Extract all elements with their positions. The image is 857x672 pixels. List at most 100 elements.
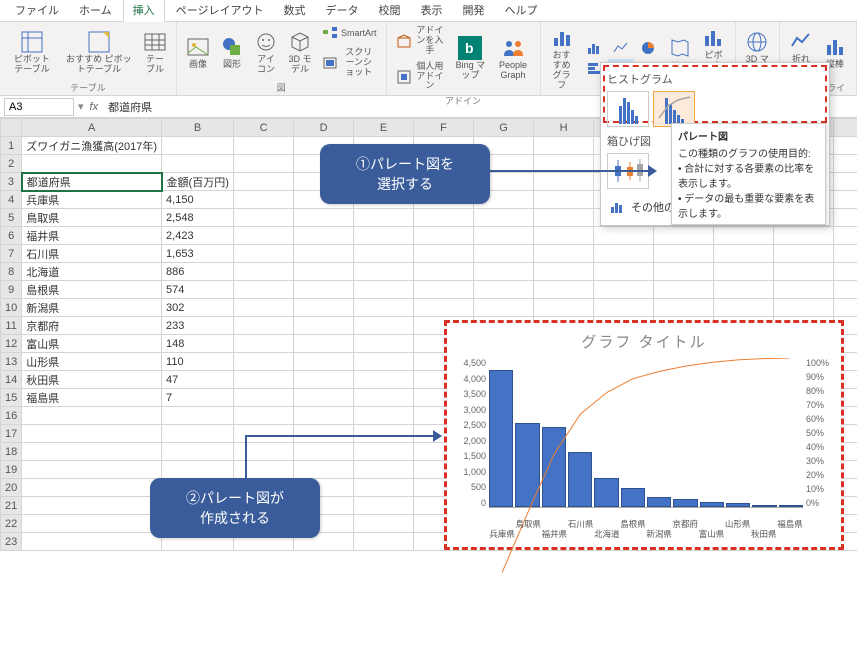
cell-B5[interactable]: 2,548 [162, 209, 234, 227]
cell-E10[interactable] [354, 299, 414, 317]
smartart-button[interactable]: SmartArt [319, 24, 380, 44]
cell-A15[interactable]: 福島県 [22, 389, 162, 407]
cell-A13[interactable]: 山形県 [22, 353, 162, 371]
cell-M9[interactable] [834, 281, 857, 299]
tab-help[interactable]: ヘルプ [495, 0, 546, 21]
tab-review[interactable]: 校閲 [369, 0, 409, 21]
cell-B11[interactable]: 233 [162, 317, 234, 335]
cell-D8[interactable] [294, 263, 354, 281]
line-chart-button[interactable] [608, 38, 634, 58]
table-button[interactable]: テーブル [140, 28, 170, 77]
cell-B8[interactable]: 886 [162, 263, 234, 281]
cell-E14[interactable] [354, 371, 414, 389]
cell-J8[interactable] [654, 263, 714, 281]
tab-insert[interactable]: 挿入 [123, 0, 165, 22]
cell-C1[interactable] [234, 137, 294, 155]
cell-A19[interactable] [22, 461, 162, 479]
cell-C5[interactable] [234, 209, 294, 227]
bing-maps-button[interactable]: bBing マップ [452, 34, 488, 83]
cell-G6[interactable] [474, 227, 534, 245]
name-box[interactable] [4, 98, 74, 116]
fx-icon[interactable]: fx [84, 101, 105, 113]
cell-E11[interactable] [354, 317, 414, 335]
cell-B1[interactable] [162, 137, 234, 155]
cell-A7[interactable]: 石川県 [22, 245, 162, 263]
cell-J10[interactable] [654, 299, 714, 317]
cell-C7[interactable] [234, 245, 294, 263]
cell-K9[interactable] [714, 281, 774, 299]
tab-file[interactable]: ファイル [6, 0, 68, 21]
cell-I8[interactable] [594, 263, 654, 281]
pie-chart-button[interactable] [635, 38, 661, 58]
cell-G8[interactable] [474, 263, 534, 281]
cell-C8[interactable] [234, 263, 294, 281]
cell-L8[interactable] [774, 263, 834, 281]
tab-view[interactable]: 表示 [411, 0, 451, 21]
cell-D16[interactable] [294, 407, 354, 425]
cell-A6[interactable]: 福井県 [22, 227, 162, 245]
cell-A1[interactable]: ズワイガニ漁獲高(2017年) [22, 137, 162, 155]
cell-F5[interactable] [414, 209, 474, 227]
cell-C2[interactable] [234, 155, 294, 173]
recommended-charts-button[interactable]: おすすめ グラフ [547, 24, 577, 93]
cell-A12[interactable]: 富山県 [22, 335, 162, 353]
cell-C15[interactable] [234, 389, 294, 407]
tab-data[interactable]: データ [316, 0, 367, 21]
tab-formulas[interactable]: 数式 [274, 0, 314, 21]
cell-C18[interactable] [234, 443, 294, 461]
cell-D6[interactable] [294, 227, 354, 245]
cell-I7[interactable] [594, 245, 654, 263]
images-button[interactable]: 画像 [183, 33, 213, 72]
cell-I6[interactable] [594, 227, 654, 245]
cell-M1[interactable] [834, 137, 857, 155]
histogram-thumb[interactable] [607, 91, 649, 127]
cell-E20[interactable] [354, 479, 414, 497]
cell-J9[interactable] [654, 281, 714, 299]
cell-B16[interactable] [162, 407, 234, 425]
cell-H8[interactable] [534, 263, 594, 281]
cell-F7[interactable] [414, 245, 474, 263]
cell-M7[interactable] [834, 245, 857, 263]
people-graph-button[interactable]: People Graph [492, 34, 533, 83]
cell-M3[interactable] [834, 173, 857, 191]
cell-C14[interactable] [234, 371, 294, 389]
cell-B15[interactable]: 7 [162, 389, 234, 407]
cell-L6[interactable] [774, 227, 834, 245]
cell-B4[interactable]: 4,150 [162, 191, 234, 209]
cell-A8[interactable]: 北海道 [22, 263, 162, 281]
cell-B10[interactable]: 302 [162, 299, 234, 317]
cell-M5[interactable] [834, 209, 857, 227]
tab-home[interactable]: ホーム [70, 0, 121, 21]
cell-A5[interactable]: 鳥取県 [22, 209, 162, 227]
cell-D18[interactable] [294, 443, 354, 461]
cell-A10[interactable]: 新潟県 [22, 299, 162, 317]
cell-B19[interactable] [162, 461, 234, 479]
cell-M8[interactable] [834, 263, 857, 281]
cell-E18[interactable] [354, 443, 414, 461]
cell-C16[interactable] [234, 407, 294, 425]
cell-D10[interactable] [294, 299, 354, 317]
3dmodel-button[interactable]: 3D モデル [285, 28, 315, 77]
cell-C19[interactable] [234, 461, 294, 479]
cell-B3[interactable]: 金額(百万円) [162, 173, 234, 191]
cell-J7[interactable] [654, 245, 714, 263]
cell-E12[interactable] [354, 335, 414, 353]
chart-title[interactable]: グラフ タイトル [455, 331, 833, 352]
screenshot-button[interactable]: スクリーンショット [319, 46, 380, 80]
icons-button[interactable]: アイ コン [251, 28, 281, 77]
cell-D11[interactable] [294, 317, 354, 335]
cell-A18[interactable] [22, 443, 162, 461]
cell-E9[interactable] [354, 281, 414, 299]
cell-A14[interactable]: 秋田県 [22, 371, 162, 389]
cell-M2[interactable] [834, 155, 857, 173]
cell-J6[interactable] [654, 227, 714, 245]
cell-C4[interactable] [234, 191, 294, 209]
cell-E19[interactable] [354, 461, 414, 479]
cell-E8[interactable] [354, 263, 414, 281]
cell-F6[interactable] [414, 227, 474, 245]
cell-B6[interactable]: 2,423 [162, 227, 234, 245]
cell-A3[interactable]: 都道府県 [22, 173, 162, 191]
cell-C10[interactable] [234, 299, 294, 317]
cell-B9[interactable]: 574 [162, 281, 234, 299]
cell-H1[interactable] [534, 137, 594, 155]
